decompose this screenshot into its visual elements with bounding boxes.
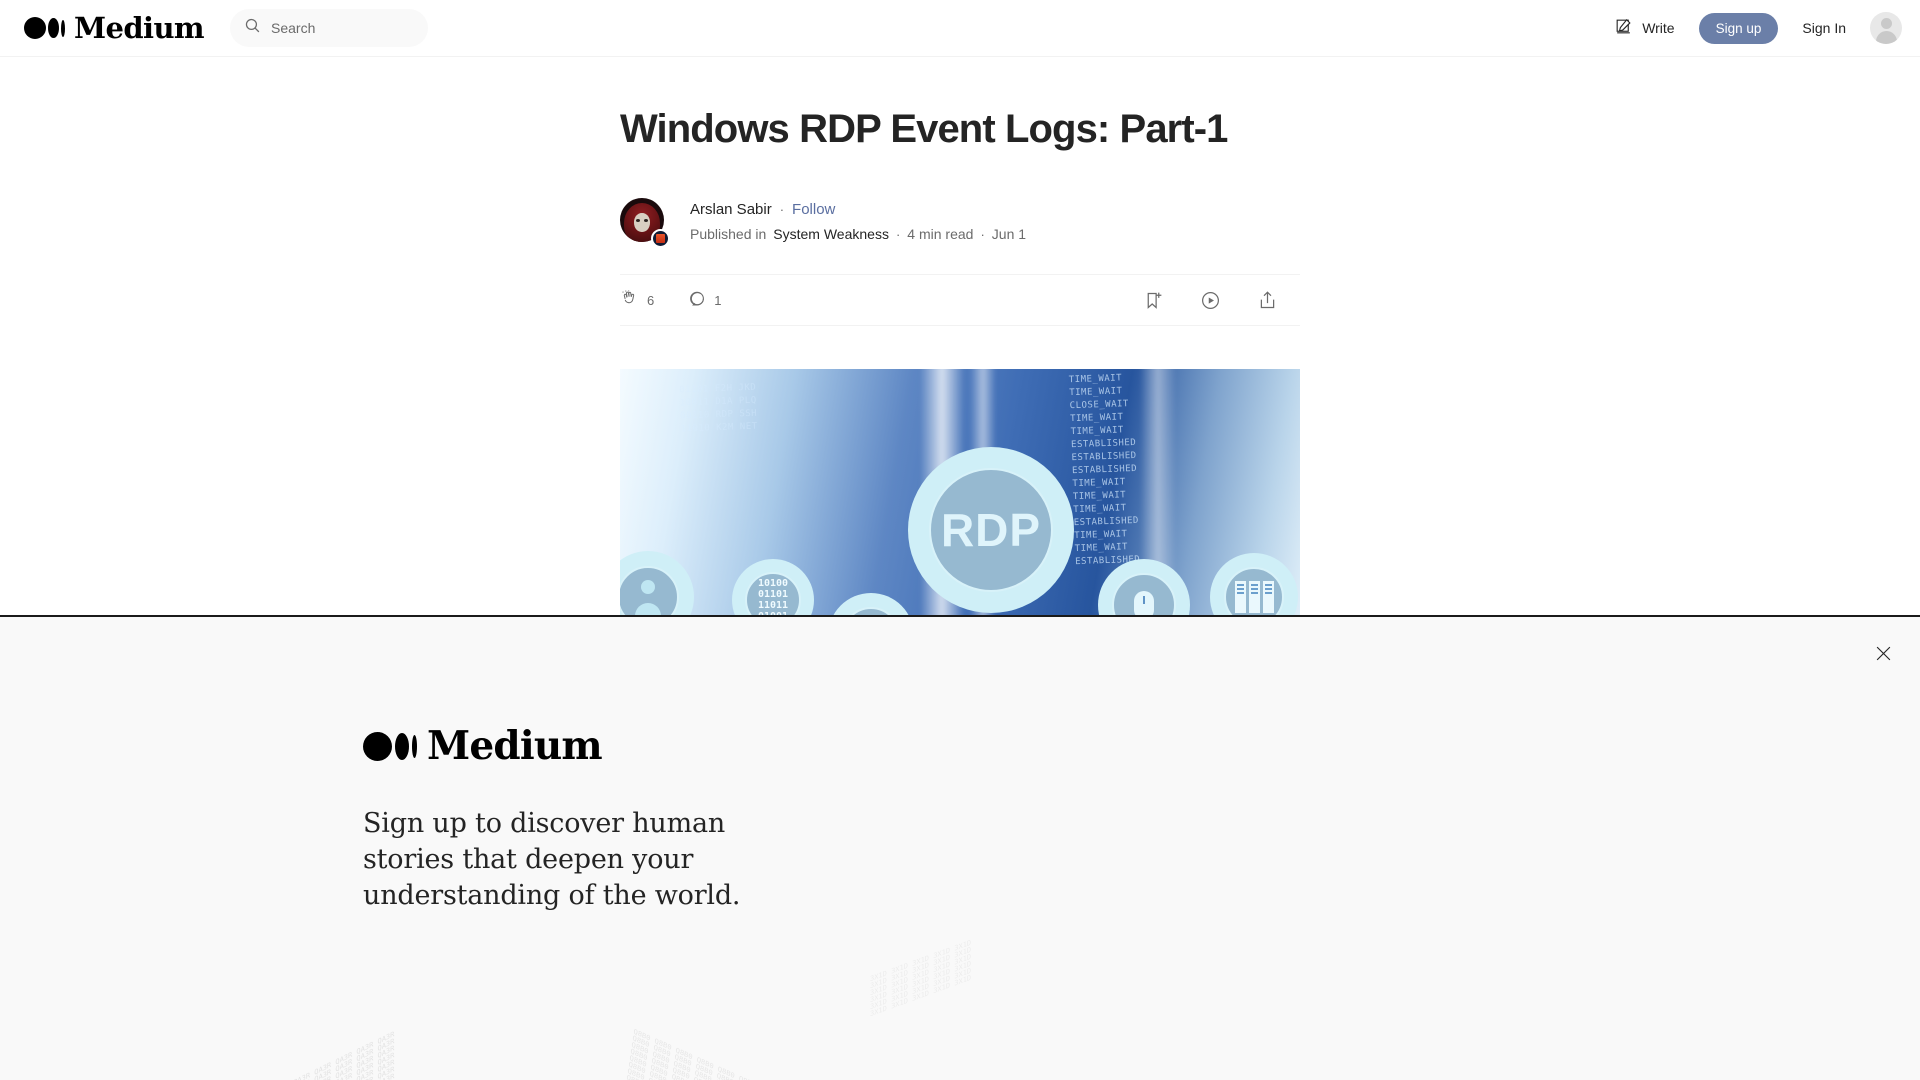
hero-code-left: 01101 F2H JKD 10011 D1A PLQ 00110 RDP SS…: [679, 382, 758, 435]
banner-intro: Medium Sign up to discover human stories…: [363, 727, 793, 915]
hero-gear-rdp: RDP: [889, 428, 1093, 632]
article-byline: Arslan Sabir · Follow Published in Syste…: [620, 198, 1300, 248]
author-name[interactable]: Arslan Sabir: [690, 199, 772, 222]
article-title: Windows RDP Event Logs: Part-1: [620, 107, 1228, 151]
article-container: Windows RDP Event Logs: Part-1 Arslan Sa…: [620, 0, 1300, 669]
share-icon[interactable]: [1257, 290, 1278, 311]
search-box[interactable]: [230, 9, 429, 47]
byline-separator-3: ·: [980, 227, 985, 242]
close-icon: [1875, 645, 1892, 667]
profile-avatar[interactable]: [1870, 12, 1902, 44]
read-time: 4 min read: [907, 226, 974, 243]
listen-play-icon[interactable]: [1200, 290, 1221, 311]
comment-icon: [688, 290, 706, 311]
medium-logo[interactable]: Medium: [24, 10, 205, 45]
clap-icon: [620, 289, 639, 311]
search-input[interactable]: [271, 20, 415, 36]
signin-link[interactable]: Sign In: [1802, 20, 1846, 36]
signup-button[interactable]: Sign up: [1698, 12, 1779, 44]
publish-date: Jun 1: [991, 226, 1027, 243]
hero-code-right: TIME_WAIT TIME_WAIT CLOSE_WAIT TIME_WAIT…: [1068, 373, 1141, 568]
banner-tagline: Sign up to discover human stories that d…: [363, 808, 741, 912]
bookmark-icon[interactable]: [1143, 290, 1164, 311]
publication-badge-icon[interactable]: [651, 229, 670, 248]
brand-wordmark: Medium: [74, 10, 205, 45]
byline-separator-2: ·: [895, 227, 901, 242]
write-label: Write: [1642, 20, 1675, 36]
engagement-bar: 6 1: [620, 274, 1300, 326]
site-header: Medium Write Sign up Sign In: [0, 0, 1920, 57]
clap-count: 6: [647, 292, 655, 308]
byline-separator: ·: [779, 202, 785, 218]
hero-rdp-label: RDP: [940, 504, 1042, 556]
close-banner-button[interactable]: [1866, 639, 1900, 673]
follow-button[interactable]: Follow: [792, 199, 835, 222]
write-icon: [1614, 17, 1633, 39]
header-actions: Write Sign up Sign In: [1614, 12, 1902, 44]
clap-button[interactable]: 6: [620, 289, 654, 311]
medium-logo-icon: [24, 17, 65, 39]
comment-button[interactable]: 1: [688, 290, 721, 311]
author-avatar[interactable]: [620, 198, 670, 248]
banner-brand-wordmark: Medium: [427, 723, 603, 769]
search-icon: [244, 17, 261, 39]
signup-banner: QA3R QA3R QA3R QA3R QA3R QA3R QA3R QA3R …: [0, 615, 1920, 1080]
comment-count: 1: [714, 292, 722, 308]
write-button[interactable]: Write: [1614, 17, 1675, 39]
banner-medium-logo: Medium: [363, 727, 793, 766]
published-in-label: Published in: [690, 226, 767, 243]
publication-name[interactable]: System Weakness: [773, 224, 889, 245]
